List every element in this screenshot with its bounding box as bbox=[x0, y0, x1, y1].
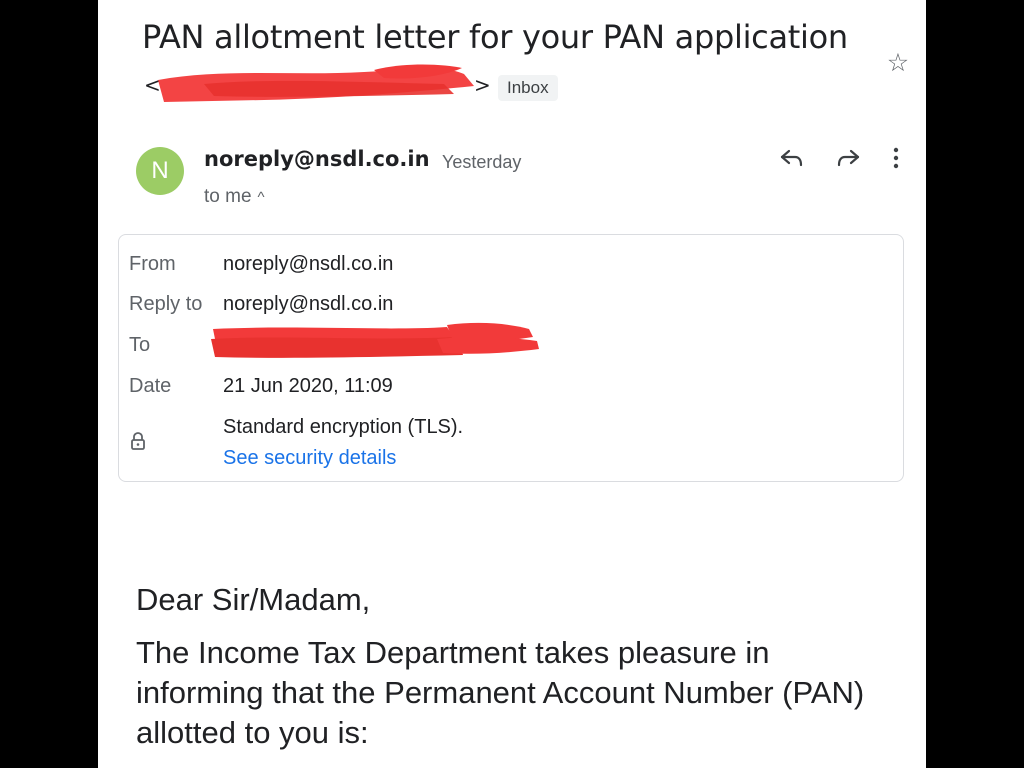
date-value: 21 Jun 2020, 11:09 bbox=[223, 375, 393, 397]
date-label: Date bbox=[129, 375, 172, 397]
encryption-status: Standard encryption (TLS). bbox=[223, 416, 464, 438]
sender-avatar[interactable]: N bbox=[136, 147, 184, 195]
inbox-label[interactable]: Inbox bbox=[498, 75, 558, 101]
reply-to-label: Reply to bbox=[129, 293, 203, 315]
reply-to-value: noreply@nsdl.co.in bbox=[223, 293, 394, 315]
more-options-button[interactable] bbox=[882, 142, 910, 174]
lock-icon bbox=[131, 432, 145, 450]
forward-icon bbox=[837, 149, 860, 167]
svg-text:<: < bbox=[144, 73, 161, 97]
from-label: From bbox=[129, 253, 176, 275]
recipient-summary: to me bbox=[204, 186, 252, 207]
caret-up-icon: ^ bbox=[257, 189, 265, 206]
recipient-toggle[interactable]: to me ^ bbox=[204, 186, 265, 208]
body-paragraph: The Income Tax Department takes pleasure… bbox=[136, 635, 865, 750]
svg-text:>: > bbox=[474, 73, 489, 97]
reply-icon bbox=[780, 149, 803, 167]
message-details-panel: From noreply@nsdl.co.in Reply to noreply… bbox=[118, 234, 904, 482]
security-details-link[interactable]: See security details bbox=[223, 447, 396, 470]
email-subject: PAN allotment letter for your PAN applic… bbox=[142, 18, 848, 56]
from-value: noreply@nsdl.co.in bbox=[223, 253, 394, 275]
forward-button[interactable] bbox=[830, 142, 866, 174]
star-icon[interactable]: ☆ bbox=[882, 47, 914, 79]
to-label: To bbox=[129, 334, 151, 356]
greeting: Dear Sir/Madam, bbox=[136, 582, 371, 617]
redacted-sender-address: < > bbox=[144, 64, 489, 102]
received-time: Yesterday bbox=[442, 152, 522, 172]
more-vert-icon bbox=[893, 147, 899, 169]
sender-email: noreply@nsdl.co.in bbox=[204, 147, 430, 171]
reply-button[interactable] bbox=[774, 142, 810, 174]
redacted-recipient-address bbox=[211, 322, 539, 358]
email-view: PAN allotment letter for your PAN applic… bbox=[98, 0, 926, 768]
